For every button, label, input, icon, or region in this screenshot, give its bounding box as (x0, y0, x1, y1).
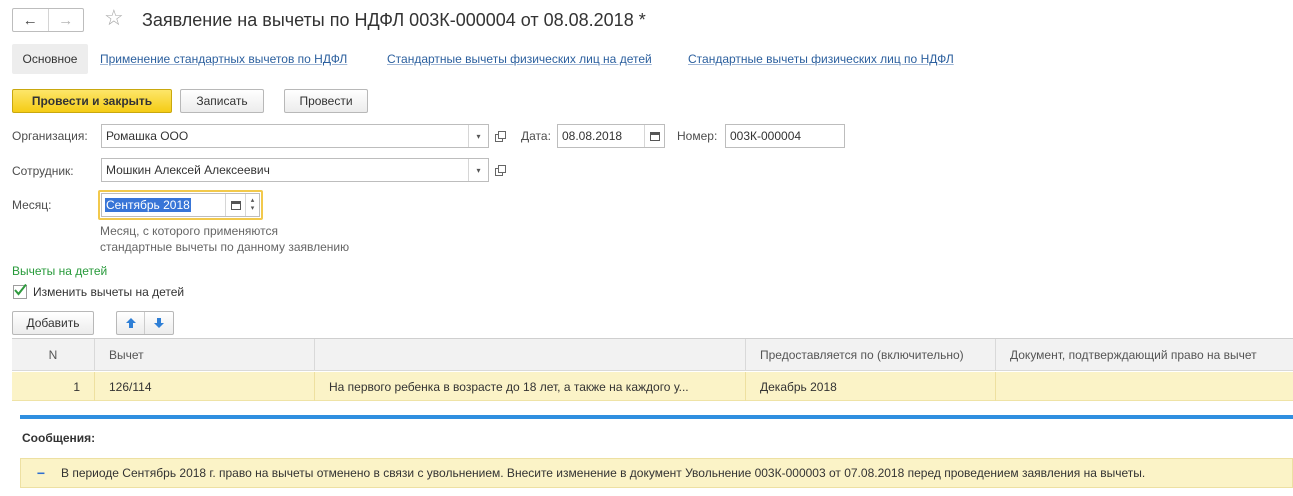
spin-up-icon[interactable]: ▴ (251, 197, 255, 205)
tab-individual-deductions[interactable]: Стандартные вычеты физических лиц по НДФ… (688, 52, 954, 66)
tab-children-deductions[interactable]: Стандартные вычеты физических лиц на дет… (387, 52, 652, 66)
column-header-document[interactable]: Документ, подтверждающий право на вычет (996, 339, 1293, 371)
arrow-right-icon: → (58, 11, 74, 29)
favorite-star-icon[interactable]: ☆ (104, 6, 124, 30)
messages-title: Сообщения: (22, 431, 96, 445)
message-item[interactable]: − В периоде Сентябрь 2018 г. право на вы… (20, 458, 1293, 488)
add-button[interactable]: Добавить (12, 311, 94, 335)
spin-down-icon[interactable]: ▾ (251, 205, 255, 213)
change-deductions-checkbox[interactable] (13, 283, 27, 299)
organization-value: Ромашка ООО (106, 129, 189, 143)
month-hint-line1: Месяц, с которого применяются (100, 224, 278, 238)
move-up-button[interactable] (117, 312, 146, 334)
column-header-description[interactable] (315, 339, 746, 371)
month-label: Месяц: (12, 198, 52, 212)
month-field[interactable]: Сентябрь 2018 ▴ ▾ (101, 193, 260, 217)
number-value: 003К-000004 (730, 129, 802, 143)
organization-field[interactable]: Ромашка ООО ▾ (101, 124, 489, 148)
open-link-icon (494, 130, 506, 142)
page-title: Заявление на вычеты по НДФЛ 003К-000004 … (142, 10, 646, 30)
arrow-up-icon (125, 318, 136, 328)
checkmark-icon (14, 283, 27, 296)
forward-button[interactable]: → (49, 9, 84, 31)
post-button[interactable]: Провести (284, 89, 368, 113)
arrow-down-icon (154, 318, 164, 328)
messages-separator[interactable] (20, 415, 1293, 419)
open-link-icon (494, 164, 506, 176)
date-value: 08.08.2018 (562, 129, 623, 143)
calendar-icon[interactable] (225, 194, 245, 216)
save-button[interactable]: Записать (180, 89, 264, 113)
number-label: Номер: (677, 129, 718, 143)
post-and-close-button[interactable]: Провести и закрыть (12, 89, 172, 113)
employee-label: Сотрудник: (12, 164, 74, 178)
navigation-buttons: ← → (12, 8, 84, 32)
employee-value: Мошкин Алексей Алексеевич (106, 163, 270, 177)
table-header: N Вычет Предоставляется по (включительно… (12, 339, 1293, 371)
deductions-table: N Вычет Предоставляется по (включительно… (12, 338, 1293, 401)
cell-deduction-code[interactable]: 126/114 (95, 372, 315, 401)
cell-description[interactable]: На первого ребенка в возрасте до 18 лет,… (315, 372, 746, 401)
employee-field[interactable]: Мошкин Алексей Алексеевич ▾ (101, 158, 489, 182)
dropdown-arrow-icon[interactable]: ▾ (468, 159, 488, 181)
move-buttons (116, 311, 174, 335)
month-hint-line2: стандартные вычеты по данному заявлению (100, 240, 350, 254)
open-employee-button[interactable] (491, 161, 509, 179)
tab-standard-deductions-application[interactable]: Применение стандартных вычетов по НДФЛ (100, 52, 347, 66)
date-label: Дата: (521, 129, 551, 143)
column-header-n[interactable]: N (12, 339, 95, 371)
month-hint: Месяц, с которого применяются стандартны… (100, 223, 349, 255)
change-deductions-label[interactable]: Изменить вычеты на детей (33, 285, 184, 299)
cell-document[interactable] (996, 372, 1293, 401)
dropdown-arrow-icon[interactable]: ▾ (468, 125, 488, 147)
number-field[interactable]: 003К-000004 (725, 124, 845, 148)
arrow-left-icon: ← (22, 11, 38, 29)
table-row[interactable]: 1 126/114 На первого ребенка в возрасте … (12, 372, 1293, 401)
tab-main[interactable]: Основное (12, 44, 88, 74)
calendar-icon[interactable] (644, 125, 664, 147)
open-organization-button[interactable] (491, 127, 509, 145)
children-deductions-group-title: Вычеты на детей (12, 264, 108, 278)
message-text: В периоде Сентябрь 2018 г. право на выче… (61, 466, 1146, 480)
cell-until[interactable]: Декабрь 2018 (746, 372, 996, 401)
column-header-deduction[interactable]: Вычет (95, 339, 315, 371)
column-header-until[interactable]: Предоставляется по (включительно) (746, 339, 996, 371)
organization-label: Организация: (12, 129, 88, 143)
move-down-button[interactable] (145, 312, 173, 334)
back-button[interactable]: ← (13, 9, 49, 31)
cell-n[interactable]: 1 (12, 372, 95, 401)
date-field[interactable]: 08.08.2018 (557, 124, 665, 148)
month-value: Сентябрь 2018 (105, 198, 191, 212)
month-spinner[interactable]: ▴ ▾ (245, 194, 259, 216)
collapse-icon[interactable]: − (21, 465, 61, 481)
